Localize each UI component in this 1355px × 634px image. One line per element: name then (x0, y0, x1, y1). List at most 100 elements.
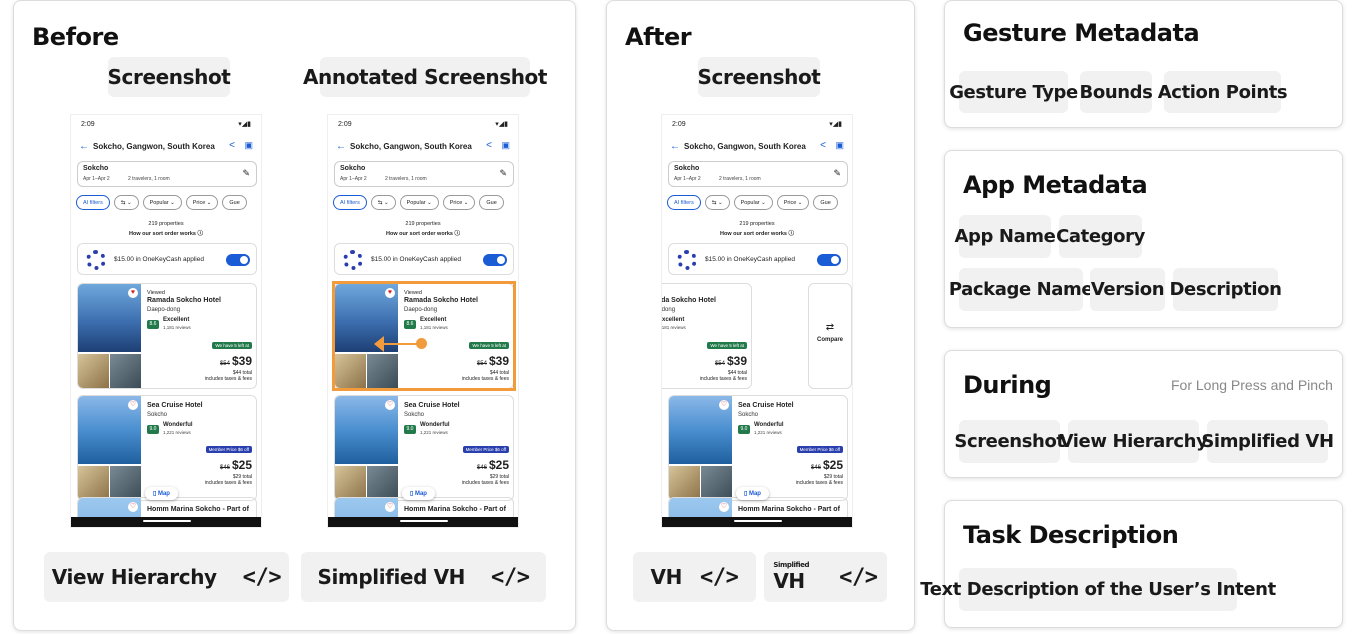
app-name-chip: App Name (955, 215, 1056, 258)
cash-toggle (817, 254, 841, 266)
heart-outline-icon: ♡ (128, 400, 138, 410)
hotel-name: Sea Cruise Hotel (404, 402, 460, 409)
current-price: $39 (726, 354, 747, 368)
navigation-bar (71, 517, 261, 527)
search-box: Sokcho Apr 1–Apr 2 2 travelers, 1 room ✎ (668, 161, 848, 187)
old-price: $46 (219, 465, 230, 471)
action-points-chip: Action Points (1158, 71, 1288, 113)
status-time: 2:09 (672, 121, 686, 128)
simplified-vh-short-chip: Simplified VH </> (764, 552, 887, 602)
member-price-badge: Member Price $6 off (462, 446, 509, 453)
hotel-name: Ramada Sokcho Hotel (147, 297, 221, 304)
search-travelers: 2 travelers, 1 room (128, 176, 170, 182)
before-title: Before (32, 23, 119, 51)
availability-badge: We have 5 left at (707, 342, 747, 349)
search-box: Sokcho Apr 1–Apr 2 2 travelers, 1 room ✎ (77, 161, 257, 187)
simplified-vh-short-label: Simplified VH (773, 560, 810, 593)
filter-pill: Popular ⌄ (399, 195, 439, 210)
properties-count: 219 properties (405, 221, 441, 227)
hotel-photo (367, 466, 398, 500)
old-price: $46 (476, 465, 487, 471)
heart-outline-icon: ♡ (719, 502, 729, 512)
reviews-text: 1,221 reviews (420, 430, 448, 435)
code-icon: </> (491, 564, 530, 590)
trip-bag-icon: ▣ (835, 140, 844, 150)
price-total: $44 total includes taxes & fees (205, 370, 252, 382)
map-label: Map (414, 491, 427, 497)
map-button: ▯ Map (402, 487, 435, 500)
map-button: ▯ Map (736, 487, 769, 500)
during-view-hierarchy-chip: View Hierarchy (1060, 420, 1208, 463)
hotel-area: Daepo-dong (147, 307, 181, 313)
simplified-vh-chip: Simplified VH </> (301, 552, 546, 602)
touch-point-icon (416, 338, 427, 349)
map-label: Map (157, 491, 170, 497)
current-price: $25 (231, 458, 252, 472)
simplified-small-text: Simplified (773, 560, 810, 569)
filter-bar: AI filters ⇆ ⌄ Popular ⌄ Price ⌄ Gue (76, 195, 247, 210)
onekey-logo-icon (343, 250, 363, 270)
hotel-name: Sea Cruise Hotel (738, 402, 794, 409)
trip-bag-icon: ▣ (501, 140, 510, 150)
share-icon: < (229, 140, 235, 151)
onekey-logo-icon (677, 250, 697, 270)
availability-badge: We have 5 left at (212, 342, 252, 349)
task-description-panel: Task Description Text Description of the… (920, 500, 1343, 628)
filter-pill: ⇆ ⌄ (113, 195, 139, 210)
status-icons: ▾◢▮ (495, 121, 508, 128)
sort-info: How our sort order works ⓘ (129, 231, 203, 237)
back-arrow-icon: ← (670, 141, 680, 152)
hotel-card: ♡ Sea Cruise Hotel Sokcho 9.0 Wonderful … (334, 395, 514, 501)
gesture-type-chip: Gesture Type (949, 71, 1078, 113)
before-phone-screenshot: 2:09 ▾◢▮ ← Sokcho, Gangwon, South Korea … (70, 114, 262, 528)
back-arrow-icon: ← (79, 141, 89, 152)
heart-icon: ♥ (128, 288, 138, 298)
back-arrow-icon: ← (336, 141, 346, 152)
gesture-highlight-box (332, 281, 516, 391)
vh-short-text: VH (773, 568, 805, 593)
filter-pill: ⇆ ⌄ (370, 195, 396, 210)
price: $46 $25 (811, 458, 843, 472)
price: $54 $39 (715, 354, 747, 368)
during-title: During (963, 371, 1052, 399)
hotel-name: Homm Marina Sokcho - Part of (738, 506, 840, 513)
hotel-card: ♡ Sea Cruise Hotel Sokcho 9.0 Wonderful … (77, 395, 257, 501)
price: $46 $25 (220, 458, 252, 472)
taxes-text: includes taxes & fees (461, 480, 509, 486)
hotel-name: Homm Marina Sokcho - Part of (147, 506, 249, 513)
before-screenshot-label: Screenshot (108, 57, 231, 97)
annotated-screenshot-label: Annotated Screenshot (303, 57, 547, 97)
hotel-card: ♥ Viewed Ramada Sokcho Hotel Daepo-dong … (662, 283, 752, 389)
hotel-area: Sokcho (147, 412, 168, 418)
score-badge: 9.0 (738, 425, 750, 434)
hotel-name: Sea Cruise Hotel (147, 402, 203, 409)
view-hierarchy-chip: View Hierarchy </> (44, 552, 289, 602)
filter-pill: ⇆ ⌄ (704, 195, 730, 210)
hotel-photo (110, 466, 141, 500)
score-badge: 9.0 (404, 425, 416, 434)
after-title: After (625, 23, 692, 51)
old-price: $54 (219, 361, 230, 367)
onekey-logo-icon (86, 250, 106, 270)
swipe-arrow-head-icon (374, 336, 384, 352)
status-icons: ▾◢▮ (238, 121, 251, 128)
compare-label: Compare (816, 337, 843, 343)
share-icon: < (486, 140, 492, 151)
hotel-photo (78, 466, 109, 500)
search-travelers: 2 travelers, 1 room (385, 176, 427, 182)
filter-bar: AI filters ⇆ ⌄ Popular ⌄ Price ⌄ Gue (333, 195, 504, 210)
swipe-arrow-line (378, 343, 420, 345)
user-intent-chip: Text Description of the User’s Intent (920, 568, 1276, 611)
task-description-title: Task Description (963, 521, 1179, 549)
hotel-area: Sokcho (404, 412, 425, 418)
properties-count: 219 properties (739, 221, 775, 227)
share-icon: < (820, 140, 826, 151)
status-time: 2:09 (338, 121, 352, 128)
search-dates: Apr 1–Apr 2 (83, 176, 110, 182)
hotel-photo (701, 466, 732, 500)
swap-icon: ⇄ (825, 322, 835, 333)
package-name-chip: Package Name (949, 268, 1094, 311)
filter-pill: Price ⌄ (185, 195, 219, 210)
hotel-card: ♥ Viewed Ramada Sokcho Hotel Daepo-dong … (77, 283, 257, 389)
location-title: Sokcho, Gangwon, South Korea (350, 142, 472, 151)
